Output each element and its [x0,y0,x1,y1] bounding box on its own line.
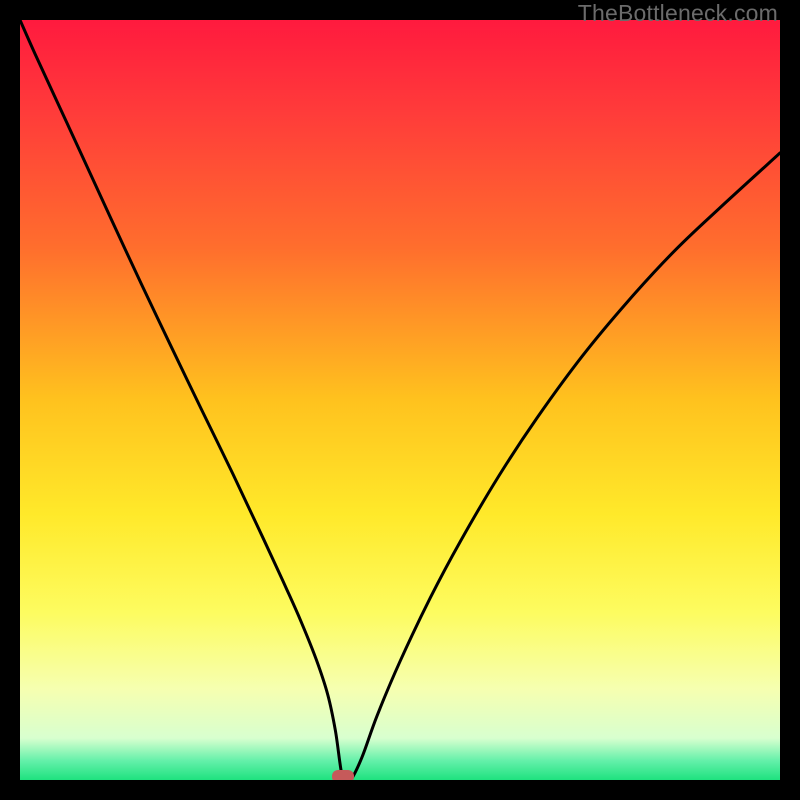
chart-frame [20,20,780,780]
gradient-background [20,20,780,780]
bottleneck-chart [20,20,780,780]
watermark-text: TheBottleneck.com [578,0,778,27]
optimal-point-marker [332,770,354,780]
